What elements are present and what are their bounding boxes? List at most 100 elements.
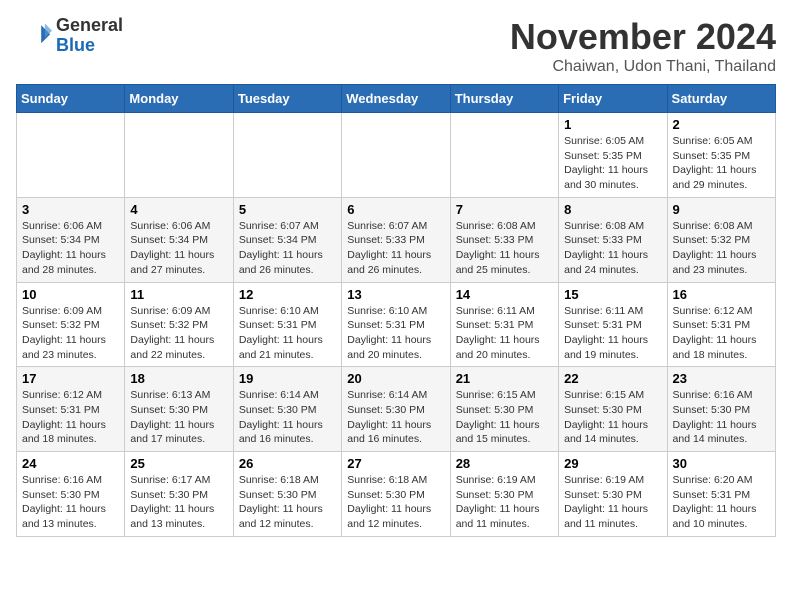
day-number: 1 <box>564 117 661 132</box>
calendar-cell: 17 Sunrise: 6:12 AM Sunset: 5:31 PM Dayli… <box>17 367 125 452</box>
day-info: Sunrise: 6:11 AM Sunset: 5:31 PM Dayligh… <box>564 304 661 363</box>
day-number: 18 <box>130 371 227 386</box>
day-number: 27 <box>347 456 444 471</box>
day-info: Sunrise: 6:19 AM Sunset: 5:30 PM Dayligh… <box>564 473 661 532</box>
calendar-cell: 6 Sunrise: 6:07 AM Sunset: 5:33 PM Daylig… <box>342 197 450 282</box>
day-number: 20 <box>347 371 444 386</box>
day-info: Sunrise: 6:10 AM Sunset: 5:31 PM Dayligh… <box>347 304 444 363</box>
day-number: 15 <box>564 287 661 302</box>
calendar-cell: 13 Sunrise: 6:10 AM Sunset: 5:31 PM Dayli… <box>342 282 450 367</box>
month-title: November 2024 <box>510 16 776 58</box>
day-info: Sunrise: 6:08 AM Sunset: 5:32 PM Dayligh… <box>673 219 770 278</box>
day-number: 13 <box>347 287 444 302</box>
calendar-cell: 27 Sunrise: 6:18 AM Sunset: 5:30 PM Dayli… <box>342 452 450 537</box>
header-friday: Friday <box>559 85 667 113</box>
day-info: Sunrise: 6:14 AM Sunset: 5:30 PM Dayligh… <box>239 388 336 447</box>
day-info: Sunrise: 6:12 AM Sunset: 5:31 PM Dayligh… <box>22 388 119 447</box>
logo-icon <box>16 18 52 54</box>
calendar-cell: 7Sunrise: 6:08 AM Sunset: 5:33 PM Daylig… <box>450 197 558 282</box>
day-number: 5 <box>239 202 336 217</box>
header-wednesday: Wednesday <box>342 85 450 113</box>
header-sunday: Sunday <box>17 85 125 113</box>
calendar-cell: 19 Sunrise: 6:14 AM Sunset: 5:30 PM Dayli… <box>233 367 341 452</box>
day-info: Sunrise: 6:18 AM Sunset: 5:30 PM Dayligh… <box>239 473 336 532</box>
calendar-cell: 11Sunrise: 6:09 AM Sunset: 5:32 PM Dayli… <box>125 282 233 367</box>
day-number: 4 <box>130 202 227 217</box>
day-number: 19 <box>239 371 336 386</box>
calendar-cell: 29 Sunrise: 6:19 AM Sunset: 5:30 PM Dayli… <box>559 452 667 537</box>
day-number: 9 <box>673 202 770 217</box>
calendar-cell: 26 Sunrise: 6:18 AM Sunset: 5:30 PM Dayli… <box>233 452 341 537</box>
calendar-cell: 25 Sunrise: 6:17 AM Sunset: 5:30 PM Dayli… <box>125 452 233 537</box>
day-info: Sunrise: 6:06 AM Sunset: 5:34 PM Dayligh… <box>22 219 119 278</box>
day-info: Sunrise: 6:18 AM Sunset: 5:30 PM Dayligh… <box>347 473 444 532</box>
calendar-cell <box>450 113 558 198</box>
day-info: Sunrise: 6:16 AM Sunset: 5:30 PM Dayligh… <box>22 473 119 532</box>
calendar-cell: 10 Sunrise: 6:09 AM Sunset: 5:32 PM Dayli… <box>17 282 125 367</box>
calendar-cell: 14Sunrise: 6:11 AM Sunset: 5:31 PM Dayli… <box>450 282 558 367</box>
calendar-cell: 20 Sunrise: 6:14 AM Sunset: 5:30 PM Dayli… <box>342 367 450 452</box>
calendar-cell <box>125 113 233 198</box>
day-info: Sunrise: 6:16 AM Sunset: 5:30 PM Dayligh… <box>673 388 770 447</box>
calendar-cell: 4Sunrise: 6:06 AM Sunset: 5:34 PM Daylig… <box>125 197 233 282</box>
calendar-week-5: 24 Sunrise: 6:16 AM Sunset: 5:30 PM Dayli… <box>17 452 776 537</box>
day-number: 25 <box>130 456 227 471</box>
day-number: 23 <box>673 371 770 386</box>
calendar-cell: 21 Sunrise: 6:15 AM Sunset: 5:30 PM Dayli… <box>450 367 558 452</box>
day-number: 6 <box>347 202 444 217</box>
day-number: 22 <box>564 371 661 386</box>
day-info: Sunrise: 6:15 AM Sunset: 5:30 PM Dayligh… <box>456 388 553 447</box>
header-thursday: Thursday <box>450 85 558 113</box>
calendar-cell <box>17 113 125 198</box>
day-info: Sunrise: 6:10 AM Sunset: 5:31 PM Dayligh… <box>239 304 336 363</box>
day-number: 24 <box>22 456 119 471</box>
calendar-cell: 16 Sunrise: 6:12 AM Sunset: 5:31 PM Dayli… <box>667 282 775 367</box>
day-info: Sunrise: 6:15 AM Sunset: 5:30 PM Dayligh… <box>564 388 661 447</box>
day-info: Sunrise: 6:08 AM Sunset: 5:33 PM Dayligh… <box>456 219 553 278</box>
page-header: General Blue November 2024 Chaiwan, Udon… <box>16 16 776 76</box>
logo-general-text: General <box>56 15 123 35</box>
calendar-cell: 15 Sunrise: 6:11 AM Sunset: 5:31 PM Dayli… <box>559 282 667 367</box>
day-number: 3 <box>22 202 119 217</box>
calendar-cell: 23 Sunrise: 6:16 AM Sunset: 5:30 PM Dayli… <box>667 367 775 452</box>
day-info: Sunrise: 6:05 AM Sunset: 5:35 PM Dayligh… <box>564 134 661 193</box>
day-info: Sunrise: 6:19 AM Sunset: 5:30 PM Dayligh… <box>456 473 553 532</box>
day-info: Sunrise: 6:09 AM Sunset: 5:32 PM Dayligh… <box>22 304 119 363</box>
day-number: 10 <box>22 287 119 302</box>
title-section: November 2024 Chaiwan, Udon Thani, Thail… <box>510 16 776 76</box>
header-tuesday: Tuesday <box>233 85 341 113</box>
day-info: Sunrise: 6:07 AM Sunset: 5:34 PM Dayligh… <box>239 219 336 278</box>
calendar-cell <box>233 113 341 198</box>
day-number: 26 <box>239 456 336 471</box>
day-info: Sunrise: 6:20 AM Sunset: 5:31 PM Dayligh… <box>673 473 770 532</box>
calendar-cell: 18 Sunrise: 6:13 AM Sunset: 5:30 PM Dayli… <box>125 367 233 452</box>
calendar-cell <box>342 113 450 198</box>
day-number: 29 <box>564 456 661 471</box>
day-number: 17 <box>22 371 119 386</box>
day-number: 16 <box>673 287 770 302</box>
calendar-cell: 3 Sunrise: 6:06 AM Sunset: 5:34 PM Daylig… <box>17 197 125 282</box>
calendar-week-3: 10 Sunrise: 6:09 AM Sunset: 5:32 PM Dayli… <box>17 282 776 367</box>
calendar-header-row: SundayMondayTuesdayWednesdayThursdayFrid… <box>17 85 776 113</box>
calendar-table: SundayMondayTuesdayWednesdayThursdayFrid… <box>16 84 776 537</box>
calendar-cell: 1 Sunrise: 6:05 AM Sunset: 5:35 PM Daylig… <box>559 113 667 198</box>
day-number: 21 <box>456 371 553 386</box>
header-monday: Monday <box>125 85 233 113</box>
day-info: Sunrise: 6:07 AM Sunset: 5:33 PM Dayligh… <box>347 219 444 278</box>
calendar-cell: 28Sunrise: 6:19 AM Sunset: 5:30 PM Dayli… <box>450 452 558 537</box>
calendar-cell: 22 Sunrise: 6:15 AM Sunset: 5:30 PM Dayli… <box>559 367 667 452</box>
calendar-week-4: 17 Sunrise: 6:12 AM Sunset: 5:31 PM Dayli… <box>17 367 776 452</box>
calendar-cell: 12Sunrise: 6:10 AM Sunset: 5:31 PM Dayli… <box>233 282 341 367</box>
calendar-cell: 5 Sunrise: 6:07 AM Sunset: 5:34 PM Daylig… <box>233 197 341 282</box>
day-info: Sunrise: 6:13 AM Sunset: 5:30 PM Dayligh… <box>130 388 227 447</box>
day-info: Sunrise: 6:12 AM Sunset: 5:31 PM Dayligh… <box>673 304 770 363</box>
location-title: Chaiwan, Udon Thani, Thailand <box>510 58 776 76</box>
header-saturday: Saturday <box>667 85 775 113</box>
calendar-cell: 30Sunrise: 6:20 AM Sunset: 5:31 PM Dayli… <box>667 452 775 537</box>
day-number: 14 <box>456 287 553 302</box>
day-info: Sunrise: 6:17 AM Sunset: 5:30 PM Dayligh… <box>130 473 227 532</box>
day-info: Sunrise: 6:14 AM Sunset: 5:30 PM Dayligh… <box>347 388 444 447</box>
calendar-cell: 8Sunrise: 6:08 AM Sunset: 5:33 PM Daylig… <box>559 197 667 282</box>
day-info: Sunrise: 6:09 AM Sunset: 5:32 PM Dayligh… <box>130 304 227 363</box>
logo: General Blue <box>16 16 123 56</box>
